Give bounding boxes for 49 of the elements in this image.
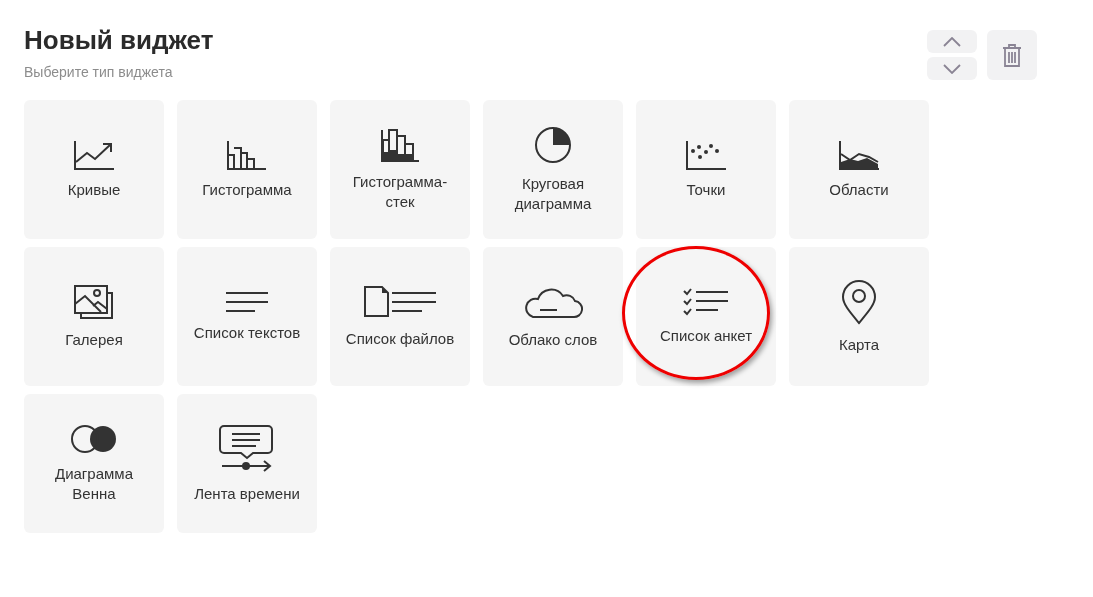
widget-label: Кривые	[67, 179, 121, 200]
location-pin-icon	[840, 278, 878, 325]
widget-label: Список файлов	[345, 328, 455, 349]
widget-label: Круговая диаграмма	[513, 173, 593, 214]
widget-tile[interactable]: Области	[789, 100, 929, 239]
chevron-down-icon	[943, 63, 961, 74]
widget-label: Галерея	[65, 329, 123, 350]
scatter-plot-icon	[685, 139, 727, 170]
area-chart-icon	[838, 139, 880, 170]
widget-tile[interactable]: Список анкет	[636, 247, 776, 386]
widget-tile[interactable]: Диаграмма Венна	[24, 394, 164, 533]
widget-title: Новый виджет	[24, 24, 214, 56]
widget-label: Области	[829, 179, 889, 200]
widget-tile[interactable]: Облако слов	[483, 247, 623, 386]
widget-label: Список текстов	[193, 322, 301, 343]
text-lines-icon	[225, 290, 269, 313]
file-list-icon	[362, 284, 438, 319]
widget-tile[interactable]: Точки	[636, 100, 776, 239]
widget-subtitle: Выберите тип виджета	[24, 64, 174, 80]
widget-tile[interactable]: Гистограмма-стек	[330, 100, 470, 239]
checklist-icon	[683, 287, 729, 316]
image-gallery-icon	[73, 283, 115, 320]
widget-label: Диаграмма Венна	[54, 463, 134, 504]
widget-tile[interactable]: Кривые	[24, 100, 164, 239]
stacked-bar-chart-icon	[380, 127, 420, 162]
widget-tile[interactable]: Круговая диаграмма	[483, 100, 623, 239]
widget-tile[interactable]: Галерея	[24, 247, 164, 386]
move-down-button[interactable]	[927, 57, 977, 80]
widget-tile[interactable]: Гистограмма	[177, 100, 317, 239]
delete-button[interactable]	[987, 30, 1037, 80]
widget-label: Карта	[838, 334, 880, 355]
bar-chart-icon	[226, 139, 268, 170]
widget-tile[interactable]: Список текстов	[177, 247, 317, 386]
move-up-button[interactable]	[927, 30, 977, 53]
venn-diagram-icon	[69, 423, 119, 454]
widget-label: Список анкет	[659, 325, 753, 346]
widget-tile[interactable]: Карта	[789, 247, 929, 386]
widget-label: Лента времени	[194, 483, 300, 504]
widget-tile[interactable]: Список файлов	[330, 247, 470, 386]
widget-label: Точки	[686, 179, 726, 200]
widget-tile[interactable]: Лента времени	[177, 394, 317, 533]
line-chart-icon	[73, 139, 115, 170]
trash-icon	[1002, 42, 1022, 68]
chevron-up-icon	[943, 36, 961, 47]
widget-label: Гистограмма-стек	[351, 171, 449, 212]
pie-chart-icon	[534, 125, 572, 164]
widget-label: Облако слов	[508, 329, 598, 350]
widget-label: Гистограмма	[202, 179, 292, 200]
timeline-icon	[218, 423, 276, 474]
